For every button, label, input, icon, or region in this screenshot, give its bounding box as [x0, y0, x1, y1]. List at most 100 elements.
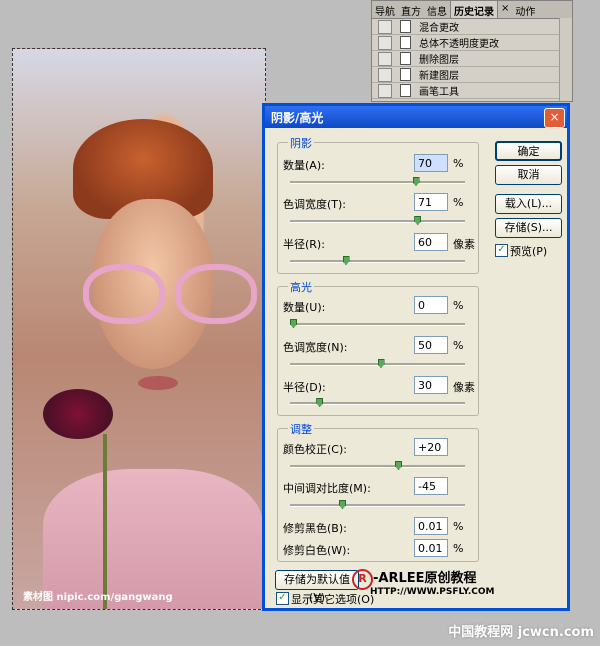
shadow-amount-slider[interactable] [290, 177, 465, 186]
history-item-label: 新建图层 [419, 71, 459, 82]
highlight-amount-label: 数量(U): [283, 301, 326, 314]
midtone-contrast-label: 中间调对比度(M): [283, 482, 371, 495]
photo-flower-stem [103, 434, 107, 609]
tab-history[interactable]: 历史记录 [450, 1, 498, 18]
cancel-button[interactable]: 取消 [495, 165, 562, 185]
highlight-tone-unit: % [453, 339, 464, 352]
tab-histogram[interactable]: 直方 [398, 1, 424, 18]
shadow-tone-unit: % [453, 196, 464, 209]
tab-close-icon[interactable]: × [498, 1, 512, 18]
save-as-default-button[interactable]: 存储为默认值(V) [275, 570, 359, 604]
show-more-options-checkbox[interactable]: ✓ [276, 592, 289, 605]
image-canvas[interactable]: 素材图 nipic.com/gangwang [12, 48, 266, 610]
photo-lips [138, 376, 178, 390]
preview-checkbox[interactable]: ✓ [495, 244, 508, 257]
slider-thumb[interactable] [414, 216, 422, 225]
shadow-radius-label: 半径(R): [283, 238, 325, 251]
highlight-radius-unit: 像素 [453, 381, 475, 394]
highlight-radius-input[interactable]: 30 [414, 376, 448, 394]
author-logo-text: -ARLEE原创教程 [373, 571, 477, 586]
document-icon [400, 68, 411, 81]
slider-thumb[interactable] [290, 319, 297, 328]
shadow-amount-input[interactable]: 70 [414, 154, 448, 172]
highlight-group-title: 高光 [288, 279, 314, 295]
shadow-radius-unit: 像素 [453, 238, 475, 251]
history-panel: 导航 直方 信息 历史记录 × 动作 混合更改 总体不透明度更改 删除图层 新建… [371, 0, 573, 102]
photo-glasses [83, 264, 258, 324]
shadow-group-title: 阴影 [288, 135, 314, 151]
history-tabs: 导航 直方 信息 历史记录 × 动作 [372, 1, 572, 19]
brush-icon [400, 84, 411, 97]
snapshot-toggle[interactable] [378, 67, 392, 82]
shadow-tone-label: 色调宽度(T): [283, 198, 347, 211]
history-item-label: 画笔工具 [419, 87, 459, 98]
history-item[interactable]: 总体不透明度更改 [372, 35, 572, 51]
shadow-tone-input[interactable]: 71 [414, 193, 448, 211]
shadow-amount-label: 数量(A): [283, 159, 325, 172]
canvas-watermark: 素材图 nipic.com/gangwang [23, 592, 173, 603]
history-item[interactable]: 混合更改 [372, 19, 572, 35]
midtone-contrast-input[interactable]: -45 [414, 477, 448, 495]
history-item[interactable]: 删除图层 [372, 51, 572, 67]
highlight-amount-unit: % [453, 299, 464, 312]
snapshot-toggle[interactable] [378, 51, 392, 66]
color-correction-input[interactable]: +20 [414, 438, 448, 456]
history-item[interactable]: 画笔工具 [372, 83, 572, 99]
tab-navigator[interactable]: 导航 [372, 1, 398, 18]
document-icon [400, 20, 411, 33]
slider-thumb[interactable] [395, 461, 402, 470]
history-item-label: 混合更改 [419, 23, 459, 34]
preview-label: 预览(P) [510, 245, 548, 258]
history-scrollbar[interactable] [559, 18, 572, 101]
clip-white-label: 修剪白色(W): [283, 544, 351, 557]
adjust-group-title: 调整 [288, 421, 314, 437]
dialog-titlebar[interactable]: 阴影/高光 [265, 106, 567, 128]
slider-thumb[interactable] [339, 500, 346, 509]
snapshot-toggle[interactable] [378, 35, 392, 50]
load-button[interactable]: 载入(L)... [495, 194, 562, 214]
save-button[interactable]: 存储(S)... [495, 218, 562, 238]
highlight-radius-label: 半径(D): [283, 381, 326, 394]
slider-thumb[interactable] [316, 398, 324, 407]
highlight-tone-label: 色调宽度(N): [283, 341, 348, 354]
adjust-group: 调整 颜色校正(C): +20 中间调对比度(M): -45 修剪黑色(B): … [277, 421, 479, 562]
shadow-tone-slider[interactable] [290, 216, 465, 225]
highlight-tone-input[interactable]: 50 [414, 336, 448, 354]
midtone-contrast-slider[interactable] [290, 500, 465, 509]
photo-flower [43, 389, 113, 439]
highlight-group: 高光 数量(U): 0 % 色调宽度(N): 50 % 半径(D): 30 像素 [277, 279, 479, 416]
history-item-label: 删除图层 [419, 55, 459, 66]
close-button[interactable]: × [544, 108, 565, 128]
ok-button[interactable]: 确定 [495, 141, 562, 161]
slider-thumb[interactable] [412, 177, 420, 186]
show-more-options-label: 显示其它选项(O) [291, 593, 375, 606]
clip-white-input[interactable]: 0.01 [414, 539, 448, 557]
author-url: HTTP://WWW.PSFLY.COM [370, 587, 495, 597]
slider-thumb[interactable] [342, 256, 350, 265]
clip-black-label: 修剪黑色(B): [283, 522, 347, 535]
shadow-radius-input[interactable]: 60 [414, 233, 448, 251]
clip-black-input[interactable]: 0.01 [414, 517, 448, 535]
site-watermark: 中国教程网 jcwcn.com [448, 625, 594, 640]
slider-thumb[interactable] [377, 359, 385, 368]
color-correction-label: 颜色校正(C): [283, 443, 347, 456]
highlight-amount-slider[interactable] [290, 319, 465, 328]
tab-actions[interactable]: 动作 [512, 1, 538, 18]
history-item-label: 总体不透明度更改 [419, 39, 499, 50]
clip-black-unit: % [453, 520, 464, 533]
history-item[interactable]: 新建图层 [372, 67, 572, 83]
shadow-highlight-dialog: 阴影/高光 × 阴影 数量(A): 70 % 色调宽度(T): 71 % 半径(… [262, 103, 570, 611]
clip-white-unit: % [453, 542, 464, 555]
shadow-group: 阴影 数量(A): 70 % 色调宽度(T): 71 % 半径(R): 60 像… [277, 135, 479, 274]
shadow-radius-slider[interactable] [290, 256, 465, 265]
highlight-tone-slider[interactable] [290, 359, 465, 368]
highlight-radius-slider[interactable] [290, 398, 465, 407]
tab-info[interactable]: 信息 [424, 1, 450, 18]
color-correction-slider[interactable] [290, 461, 465, 470]
shadow-amount-unit: % [453, 157, 464, 170]
snapshot-toggle[interactable] [378, 83, 392, 98]
document-icon [400, 36, 411, 49]
snapshot-toggle[interactable] [378, 19, 392, 34]
highlight-amount-input[interactable]: 0 [414, 296, 448, 314]
dialog-title: 阴影/高光 [271, 110, 324, 125]
